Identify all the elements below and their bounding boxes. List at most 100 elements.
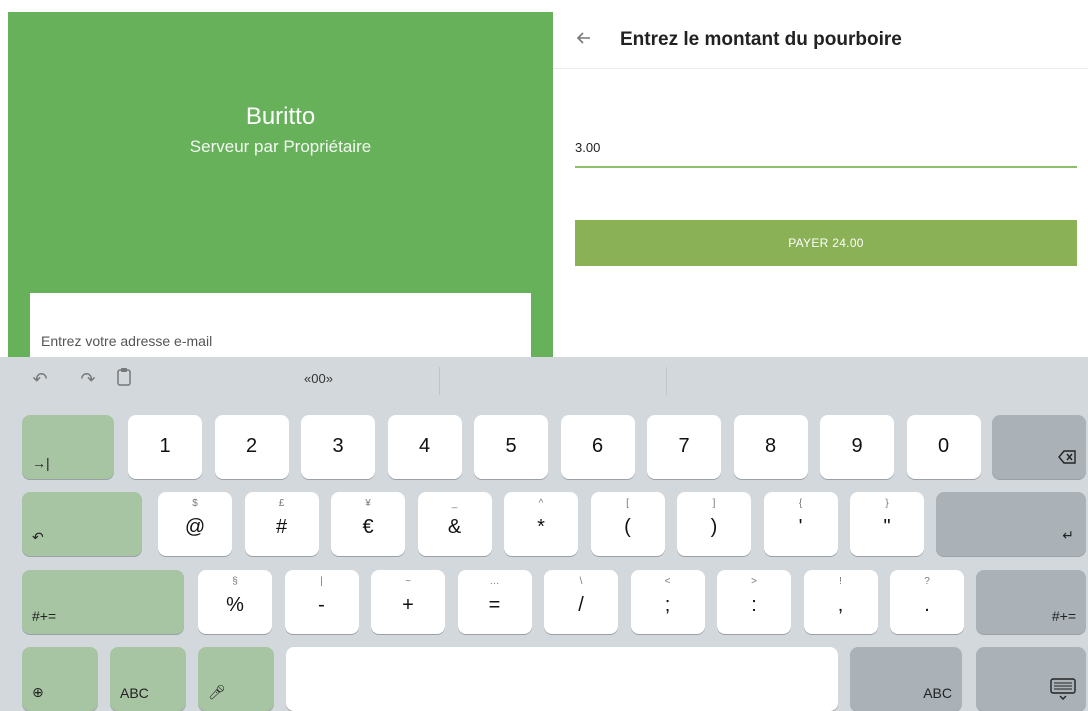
key-alt-label: ¥ <box>365 498 371 509</box>
symbol-key[interactable]: $ @ <box>158 492 232 556</box>
key-alt-label: _ <box>451 498 458 509</box>
symbol-key[interactable]: ^ * <box>504 492 578 556</box>
symbol-key[interactable]: ?. <box>890 570 964 634</box>
key-label: / <box>578 594 584 616</box>
globe-key[interactable]: ⊕ <box>22 647 98 711</box>
symbols-shift-label: #+= <box>1051 608 1076 624</box>
key-alt-label: § <box>232 576 238 587</box>
key-label: " <box>883 516 891 538</box>
key-label: . <box>924 594 930 616</box>
page-title: Entrez le montant du pourboire <box>620 29 902 50</box>
key-alt-label: $ <box>192 498 198 509</box>
symbols-shift-left-key[interactable]: #+= <box>22 570 184 634</box>
paste-icon[interactable] <box>113 367 137 391</box>
enter-key[interactable]: ↵ <box>936 492 1086 556</box>
abc-label: ABC <box>120 685 149 701</box>
digit-key[interactable]: 6 <box>560 415 635 479</box>
globe-icon: ⊕ <box>32 684 44 700</box>
key-alt-label: } <box>885 498 889 509</box>
digit-key[interactable]: 9 <box>820 415 894 479</box>
brand-subtitle: Serveur par Propriétaire <box>189 137 372 156</box>
email-field[interactable]: Entrez votre adresse e-mail <box>41 333 212 349</box>
dictation-key[interactable]: 🎤︎ <box>198 647 274 711</box>
tip-amount-field <box>575 124 1077 168</box>
keyboard-toolbar: ↶ ↷ «00» <box>0 357 1088 405</box>
key-label: € <box>362 516 374 538</box>
backspace-icon <box>1058 450 1076 467</box>
key-label: , <box>837 594 844 616</box>
symbol-key[interactable]: ~ + <box>371 570 445 634</box>
brand-title: Buritto <box>245 103 316 130</box>
key-label: = <box>488 594 501 616</box>
digit-key[interactable]: 5 <box>474 415 548 479</box>
undo-key[interactable]: ↶ <box>22 492 142 556</box>
symbol-key[interactable]: _ & <box>417 492 492 556</box>
key-label: ; <box>664 594 671 616</box>
key-alt-label: ] <box>712 498 716 509</box>
login-panel: Buritto Serveur par Propriétaire Entrez … <box>8 12 553 357</box>
enter-icon: ↵ <box>1062 527 1074 543</box>
key-alt-label: | <box>320 576 323 587</box>
symbol-key[interactable]: [( <box>590 492 665 556</box>
symbol-key[interactable]: … = <box>457 570 532 634</box>
tab-label: →| <box>32 455 50 471</box>
key-alt-label: \ <box>579 576 583 587</box>
digit-key[interactable]: 8 <box>733 415 808 479</box>
brand-block: Buritto Serveur par Propriétaire <box>8 102 553 159</box>
symbol-key[interactable]: ¥ € <box>331 492 405 556</box>
digit-key[interactable]: 4 <box>387 415 462 479</box>
key-label: 5 <box>505 435 517 457</box>
digit-key[interactable]: 7 <box>647 415 721 479</box>
key-label: * <box>537 516 545 538</box>
suggestion-item[interactable]: «00» <box>304 371 333 386</box>
key-label: 1 <box>159 435 171 457</box>
digit-key[interactable]: 1 <box>128 415 202 479</box>
key-alt-label: £ <box>278 498 285 509</box>
symbol-key[interactable]: <; <box>630 570 705 634</box>
symbol-key[interactable]: | - <box>284 570 359 634</box>
tip-amount-input[interactable] <box>575 124 1077 155</box>
digit-key[interactable]: 2 <box>214 415 289 479</box>
symbol-key[interactable]: >: <box>717 570 791 634</box>
key-label: ' <box>798 516 803 538</box>
key-alt-label: < <box>664 576 671 587</box>
pay-button[interactable]: PAYER 24.00 <box>575 220 1077 266</box>
key-alt-label: > <box>751 576 757 587</box>
symbol-key[interactable]: \ / <box>544 570 618 634</box>
abc-right-key[interactable]: ABC <box>850 647 962 711</box>
tip-header: Entrez le montant du pourboire <box>553 12 1088 69</box>
key-label: 3 <box>332 435 344 457</box>
back-arrow-icon[interactable] <box>575 30 597 52</box>
key-label: # <box>275 516 288 538</box>
redo-icon[interactable]: ↷ <box>76 367 100 391</box>
key-alt-label: [ <box>626 498 629 509</box>
hide-keyboard-key[interactable] <box>976 647 1086 711</box>
symbol-key[interactable]: {' <box>763 492 838 556</box>
tip-panel: Entrez le montant du pourboire PAYER 24.… <box>553 12 1088 357</box>
symbol-key[interactable]: } " <box>850 492 924 556</box>
symbols-shift-right-key[interactable]: #+= <box>976 570 1086 634</box>
digit-key[interactable]: 3 <box>301 415 375 479</box>
symbol-key[interactable]: ]) <box>677 492 751 556</box>
key-label: ( <box>624 516 631 538</box>
key-label: 6 <box>591 435 604 457</box>
digit-key[interactable]: 0 <box>906 415 981 479</box>
key-label: % <box>226 594 244 616</box>
key-alt-label: … <box>489 576 500 587</box>
symbol-key[interactable]: !, <box>803 570 878 634</box>
key-label: @ <box>184 516 206 538</box>
tab-key[interactable]: →| <box>22 415 114 479</box>
undo-icon[interactable]: ↶ <box>28 367 52 391</box>
abc-left-key[interactable]: ABC <box>110 647 186 711</box>
key-alt-label: ? <box>924 576 930 587</box>
abc-label: ABC <box>923 685 952 701</box>
symbol-key[interactable]: £ # <box>244 492 319 556</box>
login-card: Entrez votre adresse e-mail <box>30 293 531 357</box>
key-label: 9 <box>851 435 863 457</box>
key-label: 7 <box>678 435 690 457</box>
space-key[interactable] <box>286 647 838 711</box>
symbol-key[interactable]: §% <box>198 570 272 634</box>
key-label: 4 <box>418 435 431 457</box>
key-label: 8 <box>764 435 777 457</box>
backspace-key[interactable] <box>992 415 1086 479</box>
